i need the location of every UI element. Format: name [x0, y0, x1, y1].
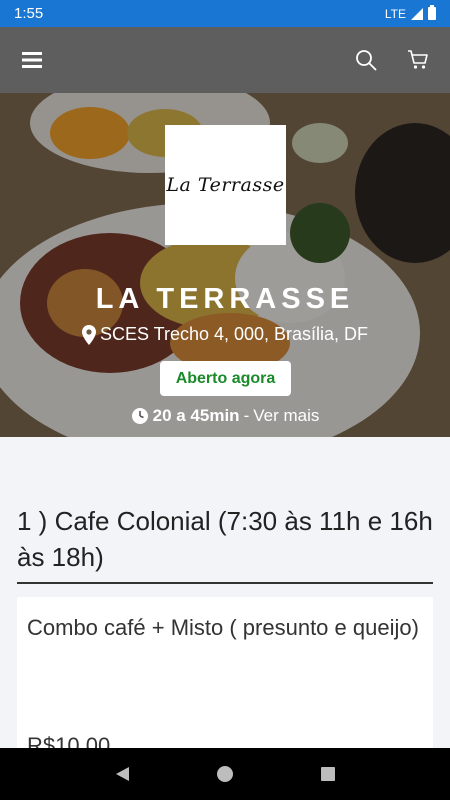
restaurant-logo: La Terrasse: [165, 125, 286, 245]
see-more-link[interactable]: Ver mais: [253, 406, 319, 426]
hamburger-menu-icon[interactable]: [18, 46, 46, 74]
status-time: 1:55: [14, 5, 44, 22]
signal-icon: [411, 7, 423, 20]
cart-icon[interactable]: [404, 46, 432, 74]
category-title: 1 ) Cafe Colonial (7:30 às 11h e 16h às …: [17, 506, 433, 572]
menu-content: 1 ) Cafe Colonial (7:30 às 11h e 16h às …: [0, 437, 450, 748]
menu-item-price: R$10,00: [27, 733, 111, 748]
menu-item-card[interactable]: Combo café + Misto ( presunto e queijo) …: [17, 597, 433, 748]
map-pin-icon: [81, 324, 96, 345]
logo-text: La Terrasse: [166, 174, 285, 196]
system-nav-bar: [0, 748, 450, 800]
category-divider: [17, 582, 433, 584]
restaurant-name: LA TERRASSE: [95, 283, 355, 315]
back-icon[interactable]: [113, 765, 131, 783]
open-status-badge: Aberto agora: [160, 361, 291, 396]
delivery-info[interactable]: 20 a 45min - Ver mais: [0, 406, 450, 426]
address-text: SCES Trecho 4, 000, Brasília, DF: [99, 324, 369, 344]
restaurant-address: SCES Trecho 4, 000, Brasília, DF: [0, 324, 450, 345]
delivery-time: 20 a 45min: [152, 406, 240, 425]
restaurant-hero: La Terrasse LA TERRASSE SCES Trecho 4, 0…: [0, 93, 450, 437]
network-label: LTE: [384, 6, 406, 21]
clock-icon: [131, 408, 148, 424]
home-icon[interactable]: [216, 765, 234, 783]
battery-icon: [428, 5, 436, 20]
app-bar-actions: [352, 46, 432, 74]
menu-item-name: Combo café + Misto ( presunto e queijo): [27, 615, 419, 640]
status-bar: 1:55 LTE: [0, 0, 450, 27]
recents-icon[interactable]: [319, 765, 337, 783]
delivery-separator: -: [243, 406, 250, 425]
app-bar: [0, 27, 450, 93]
status-icons: LTE: [384, 5, 436, 21]
search-icon[interactable]: [352, 46, 380, 74]
